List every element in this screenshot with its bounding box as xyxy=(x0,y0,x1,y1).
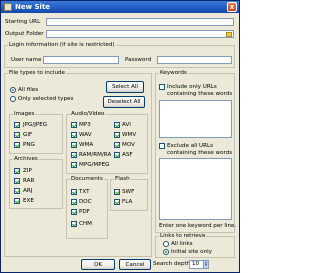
close-button[interactable]: x xyxy=(227,2,237,12)
asf-checkbox[interactable] xyxy=(114,152,120,158)
zip-checkbox[interactable] xyxy=(14,168,20,174)
archives-legend: Archives xyxy=(13,156,39,163)
all-files-label: All files xyxy=(18,87,39,93)
exe-checkbox[interactable] xyxy=(14,198,20,204)
only-selected-types-label: Only selected types xyxy=(18,96,74,102)
cancel-button[interactable]: Cancel xyxy=(119,259,151,270)
title-bar[interactable]: New Site x xyxy=(1,1,239,13)
rar-label: RAR xyxy=(23,178,35,184)
deselect-all-button[interactable]: Deselect All xyxy=(103,96,145,108)
spinner-arrows[interactable]: ▲ ▼ xyxy=(203,261,208,268)
png-label: PNG xyxy=(23,142,35,148)
doc-checkbox[interactable] xyxy=(71,199,77,205)
avi-checkbox[interactable] xyxy=(114,122,120,128)
all-links-label: All links xyxy=(171,241,193,247)
arj-checkbox[interactable] xyxy=(14,188,20,194)
mov-label: MOV xyxy=(122,142,135,148)
txt-label: TXT xyxy=(79,189,90,195)
pdf-label: PDF xyxy=(79,209,90,215)
gif-checkbox[interactable] xyxy=(14,132,20,138)
wmv-checkbox[interactable] xyxy=(114,132,120,138)
output-folder-label: Output Folder xyxy=(5,31,44,37)
mp3-label: MP3 xyxy=(79,122,91,128)
mpg-checkbox[interactable] xyxy=(71,162,77,168)
gif-label: GIF xyxy=(23,132,33,138)
pdf-checkbox[interactable] xyxy=(71,209,77,215)
app-icon xyxy=(4,3,12,11)
initial-site-only-label: Initial site only xyxy=(171,249,212,255)
mov-checkbox[interactable] xyxy=(114,142,120,148)
txt-checkbox[interactable] xyxy=(71,189,77,195)
only-selected-types-radio[interactable] xyxy=(10,96,16,102)
chm-checkbox[interactable] xyxy=(71,221,77,227)
doc-label: DOC xyxy=(79,199,92,205)
ok-button[interactable]: OK xyxy=(81,259,115,270)
starting-url-input[interactable] xyxy=(46,18,234,26)
wav-checkbox[interactable] xyxy=(71,132,77,138)
swf-label: SWF xyxy=(122,189,135,195)
images-legend: Images xyxy=(13,111,36,118)
include-urls-label-line1: Include only URLs xyxy=(167,84,217,90)
password-input[interactable] xyxy=(157,56,232,64)
fla-checkbox[interactable] xyxy=(114,199,120,205)
user-name-input[interactable] xyxy=(43,56,119,64)
window-title: New Site xyxy=(15,3,51,11)
password-label: Password xyxy=(125,57,152,63)
exe-label: EXE xyxy=(23,198,34,204)
ram-label: RAM/RM/RA xyxy=(79,152,112,158)
exclude-urls-checkbox[interactable] xyxy=(159,143,165,149)
folder-icon[interactable] xyxy=(226,32,232,37)
asf-label: ASF xyxy=(122,152,133,158)
mpg-label: MPG/MPEG xyxy=(79,162,110,168)
include-keywords-textarea[interactable] xyxy=(159,100,232,138)
search-depth-label: Search depth xyxy=(153,261,191,267)
starting-url-label: Starting URL xyxy=(5,19,41,25)
select-all-button[interactable]: Select All xyxy=(106,81,144,93)
exclude-urls-label-line2: containing these words xyxy=(167,150,233,156)
keyword-hint: Enter one keyword per line. xyxy=(159,223,237,229)
include-urls-checkbox[interactable] xyxy=(159,84,165,90)
output-folder-input[interactable] xyxy=(46,30,234,38)
rar-checkbox[interactable] xyxy=(14,178,20,184)
initial-site-only-radio[interactable] xyxy=(163,249,169,255)
ram-checkbox[interactable] xyxy=(71,152,77,158)
audio-video-legend: Audio/Video xyxy=(70,111,106,118)
exclude-urls-label-line1: Exclude all URLs xyxy=(167,143,214,149)
links-legend: Links to retrieve xyxy=(159,233,207,240)
include-urls-label-line2: containing these words xyxy=(167,91,233,97)
wmv-label: WMV xyxy=(122,132,137,138)
user-name-label: User name xyxy=(11,57,42,63)
documents-legend: Documents xyxy=(70,176,104,183)
file-types-legend: File types to include xyxy=(8,70,66,77)
swf-checkbox[interactable] xyxy=(114,189,120,195)
new-site-dialog: New Site x Starting URL Output Folder Lo… xyxy=(0,0,240,273)
jpg-label: JPG/JPEG xyxy=(23,122,48,128)
mp3-checkbox[interactable] xyxy=(71,122,77,128)
all-links-radio[interactable] xyxy=(163,241,169,247)
png-checkbox[interactable] xyxy=(14,142,20,148)
keywords-legend: Keywords xyxy=(159,70,188,77)
flash-legend: Flash xyxy=(114,176,131,183)
all-files-radio[interactable] xyxy=(10,87,16,93)
spin-down-icon[interactable]: ▼ xyxy=(204,264,208,267)
login-legend: Login information (if site is restricted… xyxy=(8,42,116,49)
arj-label: ARJ xyxy=(23,188,33,194)
jpg-checkbox[interactable] xyxy=(14,122,20,128)
zip-label: ZIP xyxy=(23,168,32,174)
fla-label: FLA xyxy=(122,199,133,205)
search-depth-spinner[interactable]: 10 ▲ ▼ xyxy=(189,260,209,269)
wav-label: WAV xyxy=(79,132,92,138)
avi-label: AVI xyxy=(122,122,131,128)
search-depth-value: 10 xyxy=(192,261,200,267)
wma-label: WMA xyxy=(79,142,94,148)
exclude-keywords-textarea[interactable] xyxy=(159,158,232,220)
wma-checkbox[interactable] xyxy=(71,142,77,148)
chm-label: CHM xyxy=(79,221,92,227)
